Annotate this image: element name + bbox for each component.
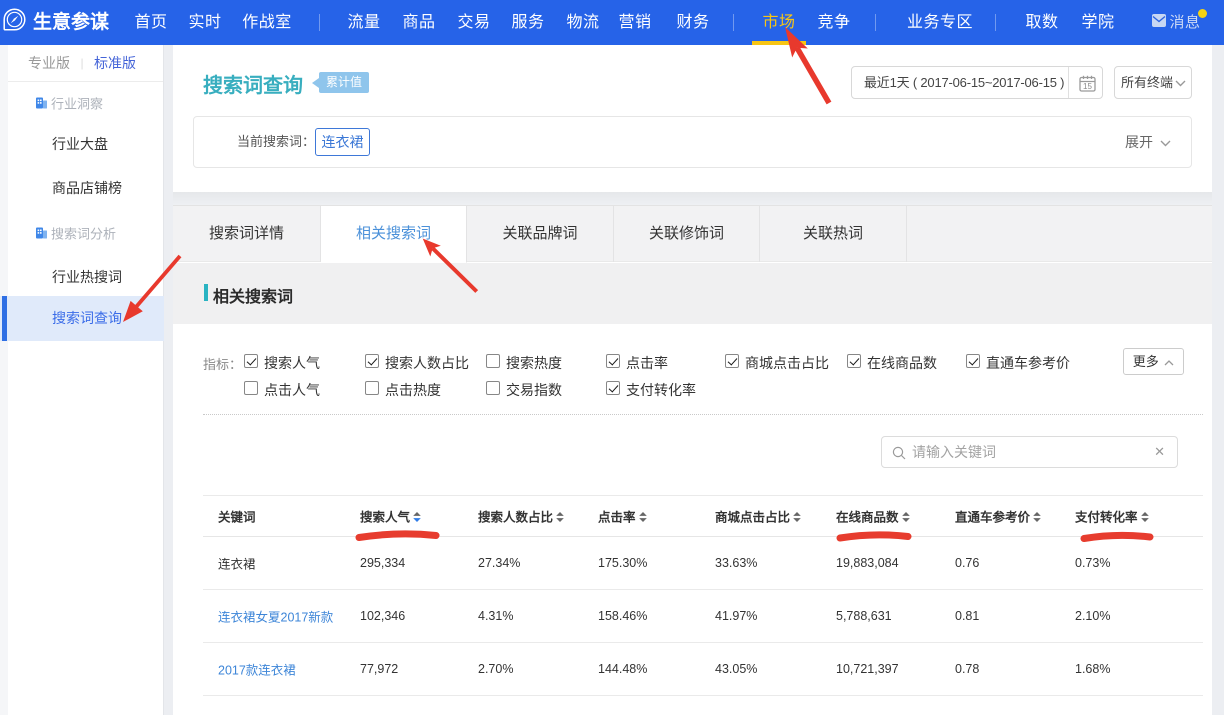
svg-text:15: 15 <box>1083 82 1092 91</box>
